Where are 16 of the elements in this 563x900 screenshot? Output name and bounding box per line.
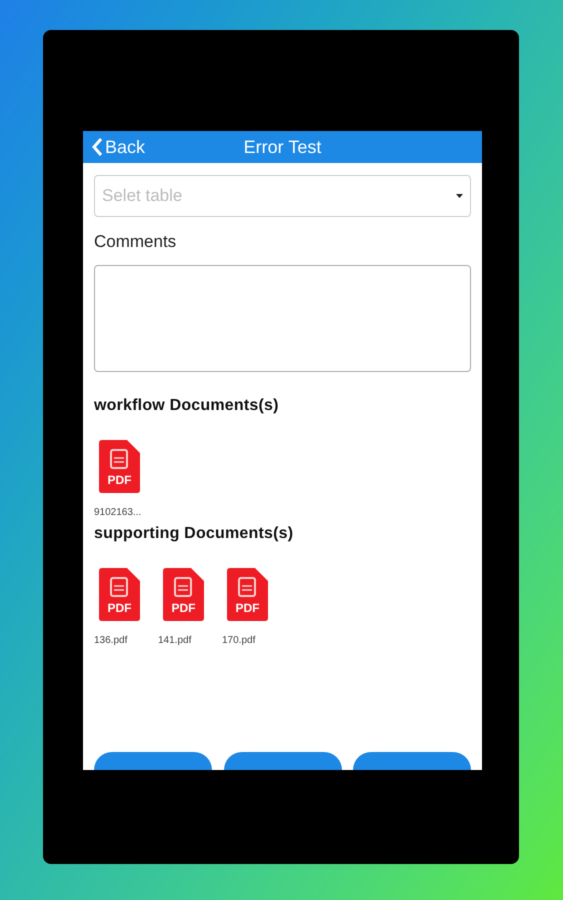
comments-label: Comments [94,231,178,253]
chevron-left-icon [91,137,103,157]
back-button[interactable]: Back [91,131,146,163]
file-name: 136.pdf [94,634,128,648]
comments-field[interactable] [94,264,471,372]
section-heading: supporting Documents(s) [94,524,294,544]
screen-title: Error Test [244,136,322,158]
file-name: 141.pdf [158,634,192,648]
dropdown-caret-icon [456,194,463,198]
pdf-file-icon: PDF [163,568,204,620]
pdf-file-icon: PDF [99,440,140,492]
file-name: 170.pdf [222,634,256,648]
file-name: 9102163... [94,506,142,520]
pdf-file-icon: PDF [227,568,268,620]
pdf-file-icon: PDF [99,568,140,620]
section-heading: workflow Documents(s) [94,396,280,416]
